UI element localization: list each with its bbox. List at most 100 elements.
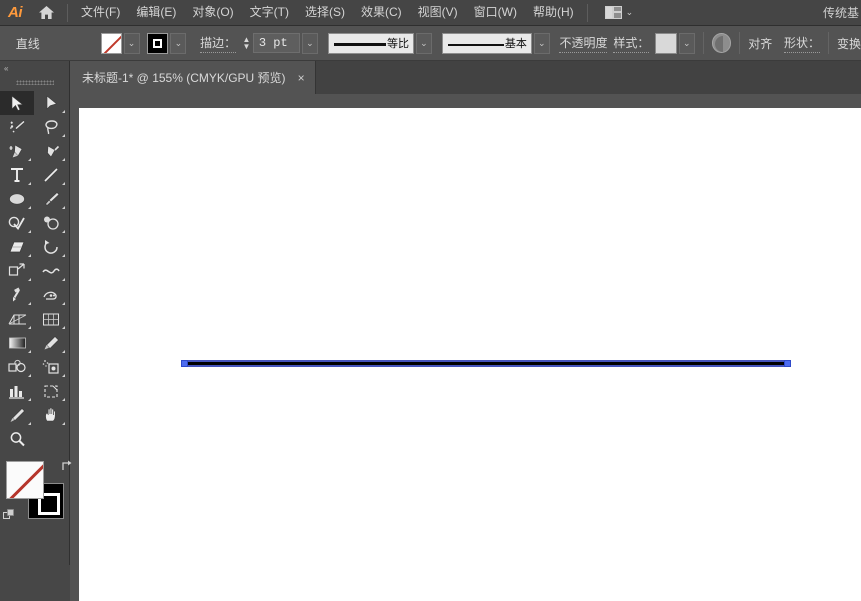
add-anchor-point-tool[interactable]: [34, 139, 68, 163]
line-stroke: [185, 362, 787, 365]
anchor-point-start[interactable]: [181, 360, 188, 367]
shape-button[interactable]: 形状：: [784, 34, 821, 53]
stroke-weight-label[interactable]: 描边：: [200, 34, 237, 53]
width-profile-chevron-button[interactable]: ⌄: [416, 32, 432, 54]
lasso-tool[interactable]: [34, 115, 68, 139]
tools-panel: «: [0, 61, 72, 601]
perspective-grid-tool[interactable]: [0, 307, 34, 331]
eraser-tool[interactable]: [0, 235, 34, 259]
swap-fill-stroke-icon[interactable]: [60, 459, 74, 473]
width-profile-dropdown[interactable]: 等比: [327, 32, 415, 54]
default-fill-stroke-icon[interactable]: [3, 509, 17, 523]
selection-type-label: 直线: [15, 36, 40, 51]
blob-brush-tool[interactable]: [34, 211, 68, 235]
line-segment-tool[interactable]: [34, 163, 68, 187]
tool-grid: [0, 89, 69, 451]
chevron-down-icon: ⌄: [420, 37, 428, 48]
control-divider-1: [702, 32, 704, 54]
menu-edit[interactable]: 编辑(E): [128, 2, 184, 23]
column-graph-tool[interactable]: [0, 379, 34, 403]
gradient-tool[interactable]: [0, 331, 34, 355]
chevron-down-icon: ⌄: [127, 37, 136, 48]
graphic-style-dropdown[interactable]: ⌄: [678, 32, 695, 54]
toolbar-footer: [0, 565, 70, 601]
double-chevron-left-icon: «: [4, 63, 9, 73]
shape-builder-tool[interactable]: [34, 283, 68, 307]
stepper-down-icon: ▼: [242, 42, 251, 51]
blend-tool[interactable]: [0, 355, 34, 379]
chevron-down-icon: ⌄: [538, 37, 546, 48]
opacity-label[interactable]: 不透明度: [559, 34, 608, 53]
type-tool[interactable]: [0, 163, 34, 187]
illustrator-window: Ai 文件(F) 编辑(E) 对象(O) 文字(T) 选择(S) 效果(C) 视…: [0, 0, 861, 601]
menu-file[interactable]: 文件(F): [73, 2, 128, 23]
ellipse-tool[interactable]: [0, 187, 34, 211]
zoom-tool[interactable]: [0, 427, 34, 451]
menu-effect[interactable]: 效果(C): [353, 2, 410, 23]
arrange-documents-icon: [604, 6, 622, 19]
fill-swatch-none[interactable]: [6, 461, 44, 499]
eyedropper-tool[interactable]: [34, 331, 68, 355]
chevron-down-icon: ⌄: [682, 37, 691, 48]
magic-wand-tool[interactable]: [0, 115, 34, 139]
document-tab-bar: 未标题-1* @ 155% (CMYK/GPU 预览) ×: [0, 61, 861, 94]
home-icon[interactable]: [30, 0, 62, 26]
menu-select[interactable]: 选择(S): [297, 2, 353, 23]
arrange-documents-button[interactable]: ⌄: [599, 4, 640, 21]
symbol-sprayer-tool[interactable]: [34, 355, 68, 379]
stroke-swatch-group[interactable]: ⌄: [147, 32, 187, 54]
menu-view[interactable]: 视图(V): [410, 2, 466, 23]
scale-tool[interactable]: [0, 259, 34, 283]
brush-definition-chevron-button[interactable]: ⌄: [533, 32, 550, 54]
chevron-down-icon: ⌄: [174, 37, 183, 48]
menu-window[interactable]: 窗口(W): [466, 2, 525, 23]
close-icon[interactable]: ×: [298, 72, 305, 84]
chevron-down-icon: ⌄: [306, 37, 314, 48]
width-profile-label: 等比: [387, 38, 410, 50]
slice-tool[interactable]: [0, 403, 34, 427]
paintbrush-tool[interactable]: [34, 187, 68, 211]
chevron-down-icon: ⌄: [625, 7, 634, 17]
mesh-tool[interactable]: [34, 307, 68, 331]
direct-selection-tool[interactable]: [34, 91, 68, 115]
anchor-point-end[interactable]: [784, 360, 791, 367]
brush-definition-label: 基本: [504, 38, 527, 50]
panel-drag-grip[interactable]: [0, 75, 69, 89]
selection-tool[interactable]: [0, 91, 34, 115]
stroke-weight-input[interactable]: 3 pt: [252, 33, 301, 53]
recolor-artwork-icon[interactable]: [711, 33, 732, 53]
app-logo-icon: Ai: [8, 4, 23, 21]
artboard-1[interactable]: [79, 108, 861, 601]
brush-definition-preview: [447, 43, 504, 46]
fill-swatch-dropdown[interactable]: ⌄: [123, 32, 140, 54]
menu-help[interactable]: 帮助(H): [525, 2, 582, 23]
hand-tool[interactable]: [34, 403, 68, 427]
brush-definition-dropdown[interactable]: 基本: [441, 32, 532, 54]
stroke-weight-dropdown[interactable]: ⌄: [302, 32, 318, 54]
free-transform-tool[interactable]: [0, 283, 34, 307]
document-tab[interactable]: 未标题-1* @ 155% (CMYK/GPU 预览) ×: [70, 61, 316, 94]
transform-button[interactable]: 变换: [837, 35, 861, 52]
menu-divider: [67, 3, 68, 22]
rotate-tool[interactable]: [34, 235, 68, 259]
menu-divider-2: [586, 3, 588, 22]
fill-swatch-group[interactable]: ⌄: [100, 32, 140, 54]
shaper-tool[interactable]: [0, 211, 34, 235]
collapse-panel-button[interactable]: «: [0, 61, 69, 75]
stroke-black-swatch[interactable]: [147, 32, 169, 54]
width-profile-preview: [333, 42, 386, 46]
graphic-style-swatch[interactable]: [655, 32, 677, 54]
workspace-switcher[interactable]: 传统基: [823, 4, 861, 21]
artboard-tool[interactable]: [34, 379, 68, 403]
pen-tool[interactable]: [0, 139, 34, 163]
menu-object[interactable]: 对象(O): [184, 2, 241, 23]
style-label[interactable]: 样式：: [613, 34, 650, 53]
fill-none-swatch[interactable]: [100, 32, 122, 54]
align-button[interactable]: 对齐: [748, 35, 772, 52]
stroke-weight-stepper[interactable]: ▲ ▼: [240, 33, 253, 53]
stroke-swatch-dropdown[interactable]: ⌄: [170, 32, 187, 54]
menu-type[interactable]: 文字(T): [242, 2, 297, 23]
canvas-area[interactable]: [70, 94, 861, 601]
control-divider-2: [739, 32, 741, 54]
width-tool[interactable]: [34, 259, 68, 283]
